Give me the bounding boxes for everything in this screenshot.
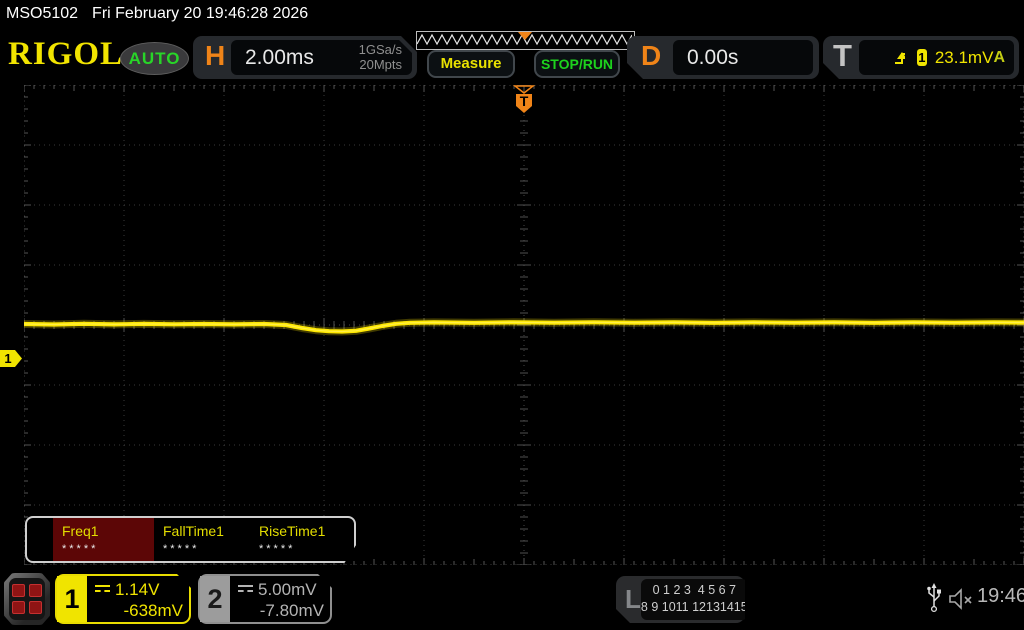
channel2-panel[interactable]: 2 5.00mV -7.80mV (198, 574, 332, 624)
channel1-scale: 1.14V (115, 580, 160, 599)
delay-panel[interactable]: D 0.00s (627, 36, 819, 79)
model-name: MSO5102 (6, 5, 79, 22)
datetime: Fri February 20 19:46:28 2026 (92, 5, 309, 22)
usb-icon (927, 583, 941, 613)
measurement-risetime1[interactable]: RiseTime1 ***** (250, 518, 346, 561)
trigger-label: T (833, 38, 852, 73)
graticule (24, 85, 1024, 565)
channel1-panel[interactable]: 1 1.14V -638mV (55, 574, 191, 624)
sample-rate: 1GSa/s 20Mpts (358, 41, 402, 72)
trigger-sweep-mode: A (993, 48, 1005, 66)
clock: 19:46 (977, 585, 1024, 607)
acquisition-mode-badge: AUTO (120, 42, 189, 75)
speaker-mute-icon[interactable] (948, 588, 974, 610)
logic-channels-panel[interactable]: L 0 1 2 3 4 5 6 7 8 9 1011 12131415 (616, 576, 745, 623)
dc-coupling-icon (238, 585, 253, 596)
svg-text:T: T (520, 93, 529, 109)
trigger-panel[interactable]: T 1 23.1mV A (823, 36, 1019, 79)
channel-menu-button[interactable] (4, 573, 50, 625)
channel2-number: 2 (200, 576, 230, 622)
channel2-scale: 5.00mV (258, 580, 317, 599)
grid-menu-icon (9, 578, 45, 620)
trigger-source-badge: 1 (918, 50, 926, 65)
trigger-level-value: 23.1mV (934, 47, 994, 67)
svg-text:1: 1 (4, 351, 11, 366)
waveform-overview-strip[interactable] (416, 31, 635, 50)
delay-value: 0.00s (687, 45, 739, 69)
horizontal-panel[interactable]: H 2.00ms 1GSa/s 20Mpts (193, 36, 417, 79)
measurement-falltime1[interactable]: FallTime1 ***** (154, 518, 250, 561)
title-bar: MSO5102 Fri February 20 19:46:28 2026 (6, 5, 308, 23)
channel1-number: 1 (57, 576, 87, 622)
channel1-offset-marker[interactable]: 1 (0, 350, 23, 367)
oscilloscope-screen: MSO5102 Fri February 20 19:46:28 2026 RIG… (0, 0, 1024, 630)
channel2-offset: -7.80mV (259, 601, 324, 620)
measurement-freq1[interactable]: Freq1 ***** (53, 518, 154, 561)
logic-channel-numbers: 0 1 2 3 4 5 6 7 8 9 1011 12131415 (641, 579, 748, 620)
delay-label: D (641, 40, 662, 71)
trigger-rising-edge-icon (893, 50, 905, 66)
horizontal-label: H (205, 40, 226, 71)
measurement-gutter (27, 518, 53, 561)
rigol-logo: RIGOL (8, 36, 124, 72)
overview-trigger-position-icon[interactable] (518, 32, 532, 40)
dc-coupling-icon (95, 585, 110, 596)
trigger-position-marker[interactable]: T (512, 85, 536, 115)
channel1-offset: -638mV (123, 601, 183, 620)
logic-label: L (625, 584, 641, 614)
measure-button[interactable]: Measure (427, 50, 515, 78)
stop-run-button[interactable]: STOP/RUN (534, 50, 620, 78)
timebase-value: 2.00ms (245, 45, 314, 69)
measurement-results-box: Freq1 ***** FallTime1 ***** RiseTime1 **… (25, 516, 356, 563)
